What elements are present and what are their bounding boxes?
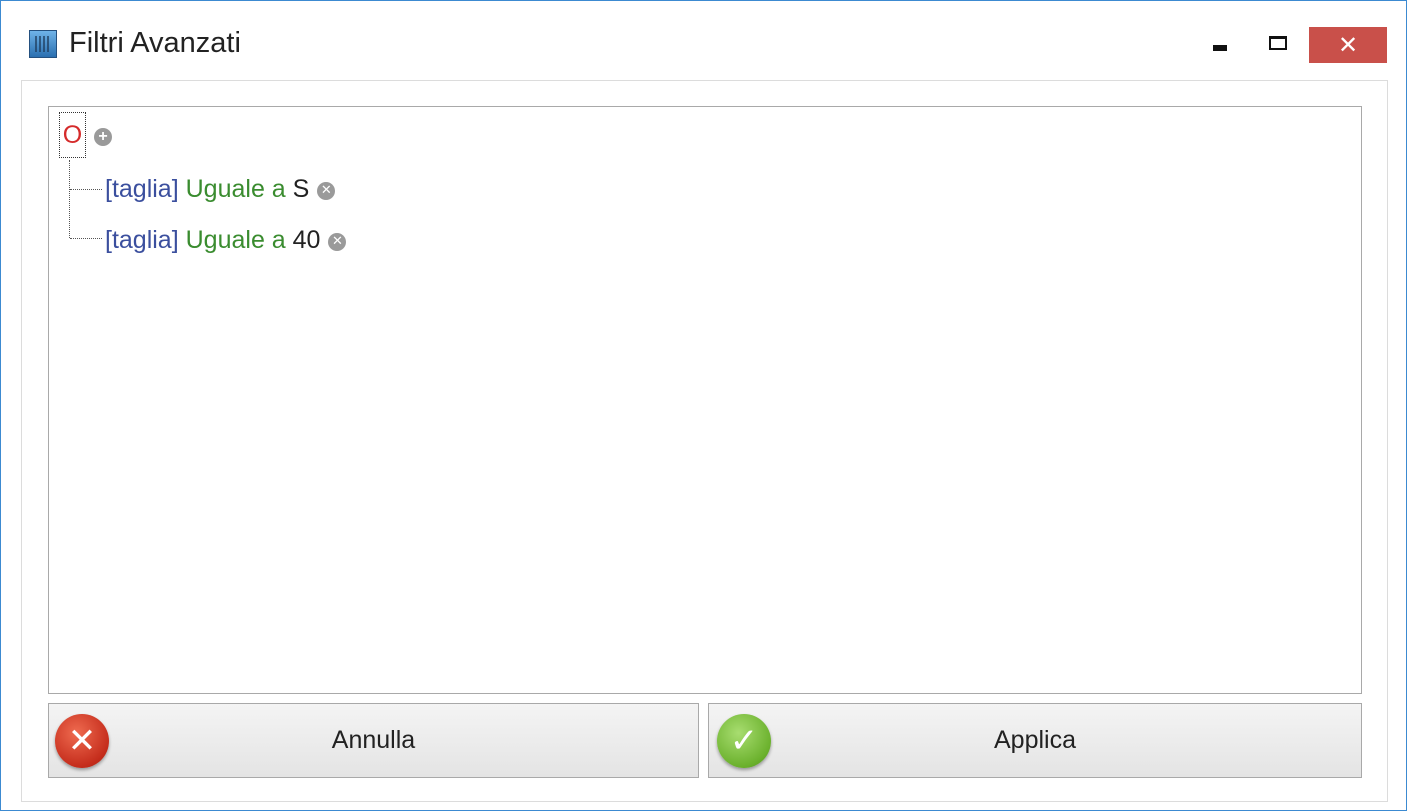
- minimize-button[interactable]: [1213, 45, 1227, 51]
- title-bar[interactable]: Filtri Avanzati ✕: [1, 1, 1406, 79]
- close-button[interactable]: ✕: [1309, 27, 1387, 63]
- add-condition-icon[interactable]: +: [94, 128, 112, 146]
- filter-condition-row[interactable]: [taglia] Uguale a 40 ✕: [105, 226, 347, 255]
- condition-operator[interactable]: Uguale a: [186, 175, 286, 203]
- apply-button[interactable]: Applica ✓: [708, 703, 1362, 778]
- group-operator-toggle[interactable]: O: [59, 112, 86, 158]
- app-icon: [29, 30, 57, 58]
- tree-connector-line: [69, 160, 70, 238]
- check-icon: ✓: [717, 714, 771, 768]
- filter-condition-row[interactable]: [taglia] Uguale a S ✕: [105, 175, 336, 204]
- condition-value[interactable]: 40: [293, 226, 321, 254]
- condition-operator[interactable]: Uguale a: [186, 226, 286, 254]
- remove-condition-icon[interactable]: ✕: [317, 182, 336, 200]
- tree-branch-line: [70, 238, 102, 239]
- condition-value[interactable]: S: [293, 175, 310, 203]
- tree-branch-line: [70, 189, 102, 190]
- remove-condition-icon[interactable]: ✕: [328, 233, 347, 251]
- window-title: Filtri Avanzati: [69, 27, 241, 59]
- cancel-icon: ✕: [55, 714, 109, 768]
- maximize-button[interactable]: [1269, 36, 1287, 50]
- condition-field[interactable]: [taglia]: [105, 175, 179, 203]
- cancel-button-label: Annulla: [331, 726, 416, 754]
- condition-field[interactable]: [taglia]: [105, 226, 179, 254]
- apply-button-label: Applica: [994, 726, 1076, 754]
- cancel-button[interactable]: Annulla ✕: [48, 703, 699, 778]
